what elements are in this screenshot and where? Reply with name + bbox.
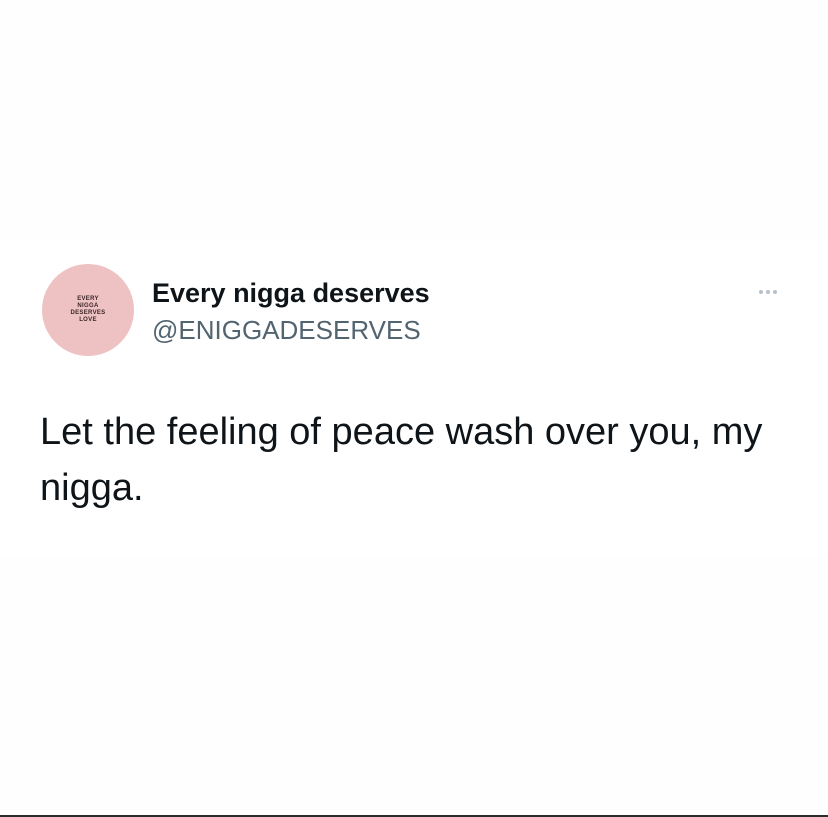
avatar[interactable]: EVERY NIGGA DESERVES LOVE — [42, 264, 134, 356]
tweet-text: Let the feeling of peace wash over you, … — [40, 411, 763, 509]
more-horizontal-icon-dot — [766, 290, 770, 294]
avatar-text-line-3: DESERVES — [70, 310, 106, 316]
more-options-button[interactable] — [746, 280, 790, 304]
avatar-text-line-2: NIGGA — [77, 303, 99, 309]
display-name[interactable]: Every nigga deserves — [152, 276, 430, 310]
more-horizontal-icon-dot — [773, 290, 777, 294]
user-handle[interactable]: @ENIGGADESERVES — [152, 313, 421, 347]
avatar-text-line-1: EVERY — [77, 296, 99, 302]
more-horizontal-icon — [759, 290, 763, 294]
avatar-text-line-4: LOVE — [79, 317, 97, 323]
